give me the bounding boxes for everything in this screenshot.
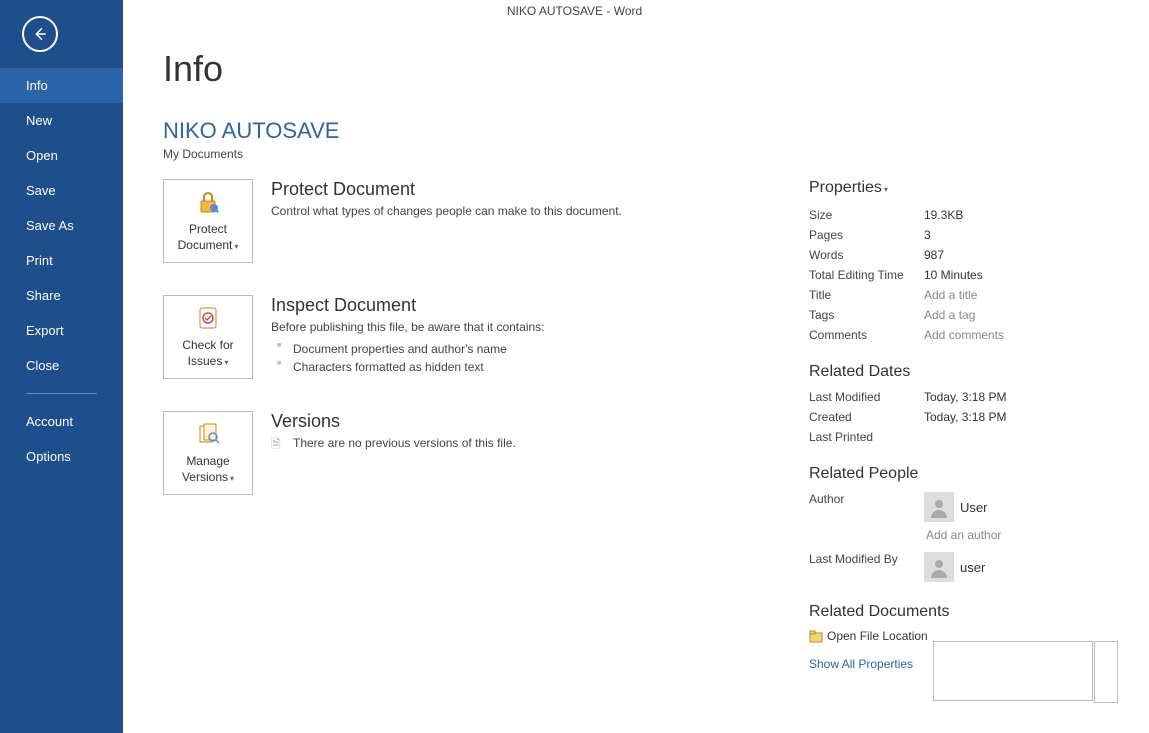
property-value: 19.3KB — [924, 208, 963, 222]
nav-item-account[interactable]: Account — [0, 404, 123, 439]
property-value: Today, 3:18 PM — [924, 410, 1007, 424]
person-icon — [928, 556, 950, 578]
protect-desc: Control what types of changes people can… — [271, 204, 622, 218]
property-row: TitleAdd a title — [809, 285, 1109, 305]
versions-button-label: Manage Versions — [182, 454, 230, 484]
property-row: Words987 — [809, 245, 1109, 265]
property-label: Title — [809, 288, 924, 302]
related-documents-header: Related Documents — [809, 603, 1109, 621]
property-row: Last Printed — [809, 427, 1109, 447]
properties-panel: Properties Size19.3KBPages3Words987Total… — [809, 179, 1109, 671]
nav-list: InfoNewOpenSaveSave AsPrintShareExportCl… — [0, 68, 123, 474]
property-label: Pages — [809, 228, 924, 242]
inspect-title: Inspect Document — [271, 295, 545, 316]
protect-title: Protect Document — [271, 179, 622, 200]
nav-item-new[interactable]: New — [0, 103, 123, 138]
nav-separator — [26, 393, 97, 394]
document-name: NIKO AUTOSAVE — [163, 118, 1109, 144]
author-name: User — [960, 500, 987, 515]
avatar — [924, 492, 954, 522]
inspect-list-item: Characters formatted as hidden text — [271, 358, 545, 376]
nav-item-print[interactable]: Print — [0, 243, 123, 278]
property-row: Pages3 — [809, 225, 1109, 245]
inspect-section: Check for Issues Inspect Document Before… — [163, 295, 749, 379]
property-label: Words — [809, 248, 924, 262]
overlay-box — [933, 641, 1093, 701]
related-dates-header: Related Dates — [809, 363, 1109, 381]
property-row: CreatedToday, 3:18 PM — [809, 407, 1109, 427]
property-value[interactable]: Add a title — [924, 288, 977, 302]
folder-icon — [809, 629, 823, 643]
backstage-sidebar: InfoNewOpenSaveSave AsPrintShareExportCl… — [0, 0, 123, 733]
versions-icon — [194, 420, 222, 448]
avatar — [924, 552, 954, 582]
main-content: Info NIKO AUTOSAVE My Documents Protect … — [123, 0, 1149, 733]
nav-item-close[interactable]: Close — [0, 348, 123, 383]
property-row: Total Editing Time10 Minutes — [809, 265, 1109, 285]
related-people-header: Related People — [809, 465, 1109, 483]
nav-item-share[interactable]: Share — [0, 278, 123, 313]
property-value: 987 — [924, 248, 944, 262]
nav-item-save-as[interactable]: Save As — [0, 208, 123, 243]
lastmod-name: user — [960, 560, 985, 575]
property-label: Total Editing Time — [809, 268, 924, 282]
nav-item-export[interactable]: Export — [0, 313, 123, 348]
person-icon — [928, 496, 950, 518]
property-label: Last Printed — [809, 430, 924, 444]
property-label: Last Modified — [809, 390, 924, 404]
property-value: Today, 3:18 PM — [924, 390, 1007, 404]
inspect-list-item: Document properties and author's name — [271, 340, 545, 358]
protect-section: Protect Document Protect Document Contro… — [163, 179, 749, 263]
inspect-desc: Before publishing this file, be aware th… — [271, 320, 545, 334]
page-title: Info — [163, 48, 1109, 90]
author-person[interactable]: User — [924, 492, 1001, 522]
inspect-list: Document properties and author's nameCha… — [271, 340, 545, 376]
property-label: Created — [809, 410, 924, 424]
property-row: TagsAdd a tag — [809, 305, 1109, 325]
back-button[interactable] — [22, 16, 58, 52]
property-value: 10 Minutes — [924, 268, 983, 282]
protect-button-label: Protect Document — [178, 222, 233, 252]
lock-icon — [194, 188, 222, 216]
check-issues-button[interactable]: Check for Issues — [163, 295, 253, 379]
property-value: 3 — [924, 228, 931, 242]
property-label: Comments — [809, 328, 924, 342]
nav-item-save[interactable]: Save — [0, 173, 123, 208]
add-author-field[interactable]: Add an author — [924, 528, 1001, 542]
document-path: My Documents — [163, 147, 1109, 161]
properties-header[interactable]: Properties — [809, 179, 1109, 197]
property-value[interactable]: Add comments — [924, 328, 1004, 342]
property-label: Size — [809, 208, 924, 222]
manage-versions-button[interactable]: Manage Versions — [163, 411, 253, 495]
arrow-left-icon — [31, 25, 49, 43]
nav-item-info[interactable]: Info — [0, 68, 123, 103]
lastmod-person[interactable]: user — [924, 552, 985, 582]
property-row: Last ModifiedToday, 3:18 PM — [809, 387, 1109, 407]
property-row: CommentsAdd comments — [809, 325, 1109, 345]
nav-item-open[interactable]: Open — [0, 138, 123, 173]
lastmod-label: Last Modified By — [809, 552, 924, 582]
property-row: Size19.3KB — [809, 205, 1109, 225]
versions-desc: There are no previous versions of this f… — [271, 436, 516, 450]
property-label: Tags — [809, 308, 924, 322]
versions-title: Versions — [271, 411, 516, 432]
property-value[interactable]: Add a tag — [924, 308, 975, 322]
nav-item-options[interactable]: Options — [0, 439, 123, 474]
protect-document-button[interactable]: Protect Document — [163, 179, 253, 263]
author-label: Author — [809, 492, 924, 542]
check-icon — [194, 304, 222, 332]
versions-section: Manage Versions Versions There are no pr… — [163, 411, 749, 495]
